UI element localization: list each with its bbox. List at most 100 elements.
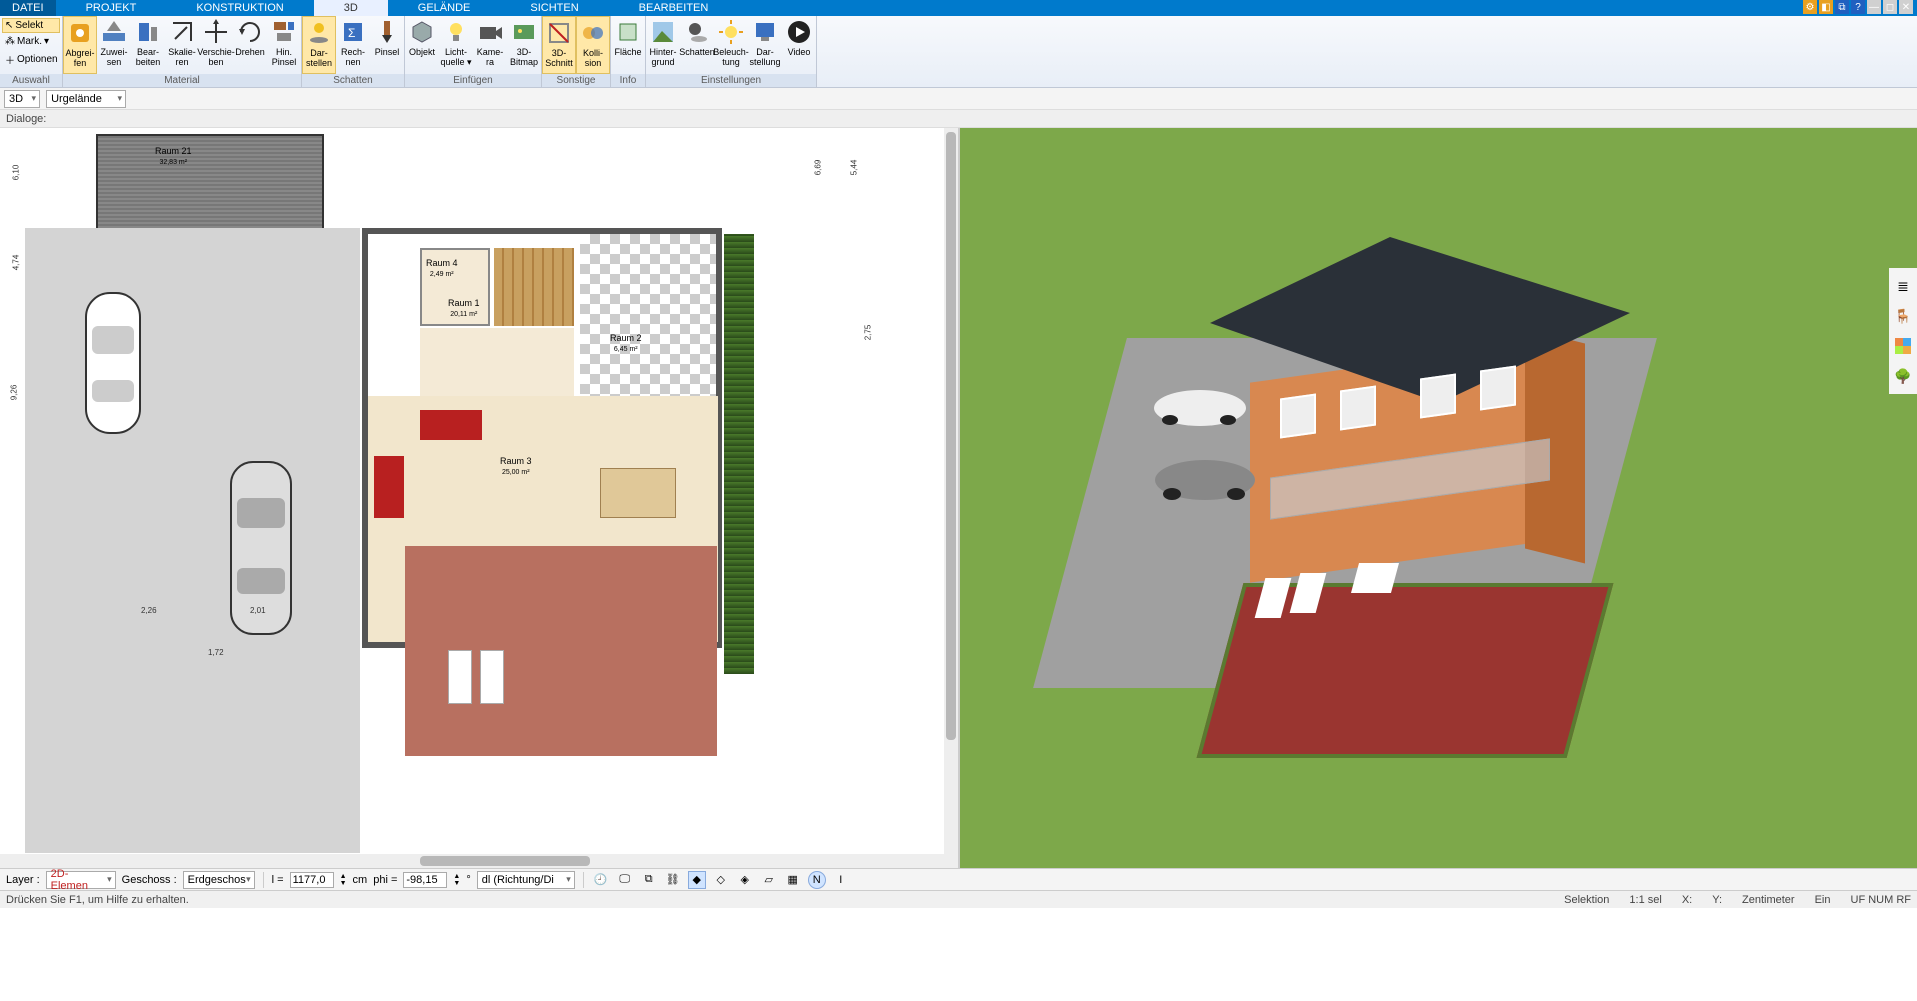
status-bar: Drücken Sie F1, um Hilfe zu erhalten. Se… [0, 890, 1917, 908]
ribbon-rechnen-button[interactable]: ΣRech- nen [336, 16, 370, 74]
abgreifen-icon [67, 20, 93, 46]
ribbon-bearbeiten-button[interactable]: Bear- beiten [131, 16, 165, 74]
ribbon-pinsel-button[interactable]: Pinsel [370, 16, 404, 74]
drehen-icon [237, 19, 263, 45]
optionen-button[interactable]: ＋Optionen [2, 50, 60, 69]
colors-icon[interactable] [1893, 336, 1913, 356]
ribbon-group-sonstige: 3D- SchnittKolli- sion Sonstige [542, 16, 611, 87]
car-top-icon [78, 288, 148, 438]
v-scrollbar[interactable] [944, 128, 958, 854]
menu-datei[interactable]: DATEI [0, 0, 56, 16]
ribbon-skalieren-button[interactable]: Skalie- ren [165, 16, 199, 74]
layer-label: Layer : [6, 874, 40, 886]
snap4-icon[interactable]: ▱ [760, 871, 778, 889]
clock-icon[interactable]: 🕘 [592, 871, 610, 889]
ribbon-darstellung-button[interactable]: Dar- stellung [748, 16, 782, 74]
l-input[interactable] [290, 872, 334, 888]
3d-bitmap-icon [511, 19, 537, 45]
group-label: Material [63, 74, 301, 87]
schatten-icon [684, 19, 710, 45]
ribbon-abgreifen-button[interactable]: Abgrei- fen [63, 16, 97, 74]
menu-sichten[interactable]: SICHTEN [500, 0, 608, 16]
snap1-icon[interactable]: ◆ [688, 871, 706, 889]
darstellen-icon [306, 20, 332, 46]
geschoss-dropdown[interactable]: Erdgeschos [183, 871, 255, 889]
app-icon-3[interactable]: ⧉ [1835, 0, 1849, 14]
grid-icon[interactable]: ▦ [784, 871, 802, 889]
ribbon-drehen-button[interactable]: Drehen [233, 16, 267, 74]
3d-view[interactable] [960, 128, 1917, 868]
screen-icon[interactable]: 🖵 [616, 871, 634, 889]
link-icon[interactable]: ⛓ [664, 871, 682, 889]
menu-projekt[interactable]: PROJEKT [56, 0, 167, 16]
app-icon-1[interactable]: ⚙ [1803, 0, 1817, 14]
ribbon-group-info: Fläche Info [611, 16, 646, 87]
ribbon-verschieben-button[interactable]: Verschie- ben [199, 16, 233, 74]
ribbon-3d-schnitt-button[interactable]: 3D- Schnitt [542, 16, 576, 74]
ribbon-objekt-button[interactable]: Objekt [405, 16, 439, 74]
n-icon[interactable]: N [808, 871, 826, 889]
chair-icon[interactable]: 🪑 [1893, 306, 1913, 326]
layer-dropdown[interactable]: 2D-Elemen [46, 871, 116, 889]
ribbon-flaeche-button[interactable]: Fläche [611, 16, 645, 74]
group-label: Info [611, 74, 645, 87]
tree-icon[interactable]: 🌳 [1893, 366, 1913, 386]
dialoge-bar: Dialoge: [0, 110, 1917, 128]
group-label: Einfügen [405, 74, 541, 87]
minimize-icon[interactable]: — [1867, 0, 1881, 14]
snap3-icon[interactable]: ◈ [736, 871, 754, 889]
ribbon-kamera-button[interactable]: Kame- ra [473, 16, 507, 74]
ribbon-group-auswahl: ↖Selekt ⁂Mark.▾ ＋Optionen Auswahl [0, 16, 63, 87]
ribbon-lichtquelle-button[interactable]: Licht- quelle ▾ [439, 16, 473, 74]
view-selector-bar: 3D Urgelände [0, 88, 1917, 110]
ribbon-kollision-button[interactable]: Kolli- sion [576, 16, 610, 74]
l-label: l = [272, 874, 284, 886]
ribbon-group-schatten: Dar- stellenΣRech- nenPinsel Schatten [302, 16, 405, 87]
ribbon-darstellen-button[interactable]: Dar- stellen [302, 16, 336, 74]
ribbon-schatten-button[interactable]: Schatten [680, 16, 714, 74]
menu-bar: DATEI PROJEKT KONSTRUKTION 3D GELÄNDE SI… [0, 0, 1917, 16]
objekt-icon [409, 19, 435, 45]
skalieren-icon [169, 19, 195, 45]
car-3d-icon [1150, 448, 1260, 503]
selekt-button[interactable]: ↖Selekt [2, 18, 60, 33]
i-icon[interactable]: I [832, 871, 850, 889]
bottom-toolbar: Layer : 2D-Elemen Geschoss : Erdgeschos … [0, 868, 1917, 890]
overlap-icon[interactable]: ⧉ [640, 871, 658, 889]
pointer-icon: ⁂ [5, 36, 15, 47]
rechnen-icon: Σ [340, 19, 366, 45]
ribbon-zuweisen-button[interactable]: Zuwei- sen [97, 16, 131, 74]
phi-input[interactable] [403, 872, 447, 888]
layer-select[interactable]: Urgelände [46, 90, 126, 108]
view-mode-select[interactable]: 3D [4, 90, 40, 108]
flaeche-icon [615, 19, 641, 45]
menu-bearbeiten[interactable]: BEARBEITEN [609, 0, 739, 16]
car-3d-icon [1150, 378, 1250, 428]
snap2-icon[interactable]: ◇ [712, 871, 730, 889]
app-icon-2[interactable]: ◧ [1819, 0, 1833, 14]
ribbon-group-material: Abgrei- fenZuwei- senBear- beitenSkalie-… [63, 16, 302, 87]
menu-3d[interactable]: 3D [314, 0, 388, 16]
group-label: Einstellungen [646, 74, 816, 87]
ribbon-beleuchtung-button[interactable]: Beleuch- tung [714, 16, 748, 74]
mark-button[interactable]: ⁂Mark.▾ [2, 34, 60, 49]
layers-icon[interactable]: ≣ [1893, 276, 1913, 296]
ribbon-group-einfuegen: ObjektLicht- quelle ▾Kame- ra3D- Bitmap … [405, 16, 542, 87]
bearbeiten-icon [135, 19, 161, 45]
plan-2d-view[interactable]: Raum 2132,83 m² Raum 26,45 m² Raum 42,49… [0, 128, 960, 868]
ribbon-hin-pinsel-button[interactable]: Hin. Pinsel [267, 16, 301, 74]
lichtquelle-icon [443, 19, 469, 45]
kollision-icon [580, 20, 606, 46]
h-scrollbar[interactable] [0, 854, 958, 868]
close-icon[interactable]: ✕ [1899, 0, 1913, 14]
menu-konstruktion[interactable]: KONSTRUKTION [166, 0, 313, 16]
menu-gelaende[interactable]: GELÄNDE [388, 0, 501, 16]
help-icon[interactable]: ? [1851, 0, 1865, 14]
ribbon-video-button[interactable]: Video [782, 16, 816, 74]
maximize-icon[interactable]: ◻ [1883, 0, 1897, 14]
ribbon-hintergrund-button[interactable]: Hinter- grund [646, 16, 680, 74]
dl-dropdown[interactable]: dl (Richtung/Di [477, 871, 575, 889]
window-controls: ⚙ ◧ ⧉ ? — ◻ ✕ [1803, 0, 1917, 16]
plus-icon: ＋ [5, 52, 15, 67]
ribbon-3d-bitmap-button[interactable]: 3D- Bitmap [507, 16, 541, 74]
